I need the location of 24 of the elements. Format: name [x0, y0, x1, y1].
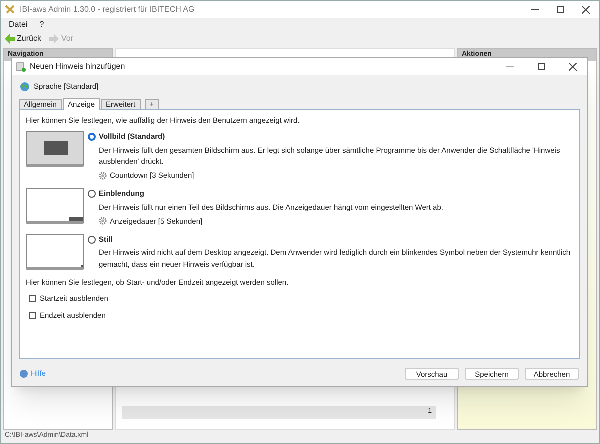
close-icon[interactable]	[569, 62, 577, 70]
maximize-icon[interactable]	[538, 63, 545, 70]
dialog-title: Neuen Hinweis hinzufügen	[30, 60, 126, 72]
menu-item[interactable]: Datei	[9, 18, 28, 30]
checkbox[interactable]	[29, 295, 36, 302]
radio-button[interactable]	[88, 132, 96, 141]
toolbar-button[interactable]: Zurück	[5, 32, 42, 44]
screen-preview	[26, 234, 84, 270]
app-icon	[5, 4, 16, 15]
screen-preview	[26, 131, 84, 168]
checkbox[interactable]	[29, 312, 36, 319]
window-title: IBI-aws Admin 1.30.0 - registriert für IBITECH AG	[20, 4, 195, 16]
arrow-right-icon	[49, 34, 60, 44]
arrow-left-icon	[5, 34, 15, 44]
maximize-icon[interactable]	[557, 6, 564, 13]
note-icon	[16, 62, 26, 72]
menu-item[interactable]: ?	[40, 18, 44, 30]
gear-icon	[99, 172, 107, 180]
radio-button[interactable]	[88, 236, 96, 244]
gear-icon	[99, 217, 107, 226]
close-icon[interactable]	[582, 6, 590, 14]
globe-icon	[20, 82, 30, 92]
screen-preview	[26, 188, 84, 224]
radio-button[interactable]	[88, 190, 96, 198]
